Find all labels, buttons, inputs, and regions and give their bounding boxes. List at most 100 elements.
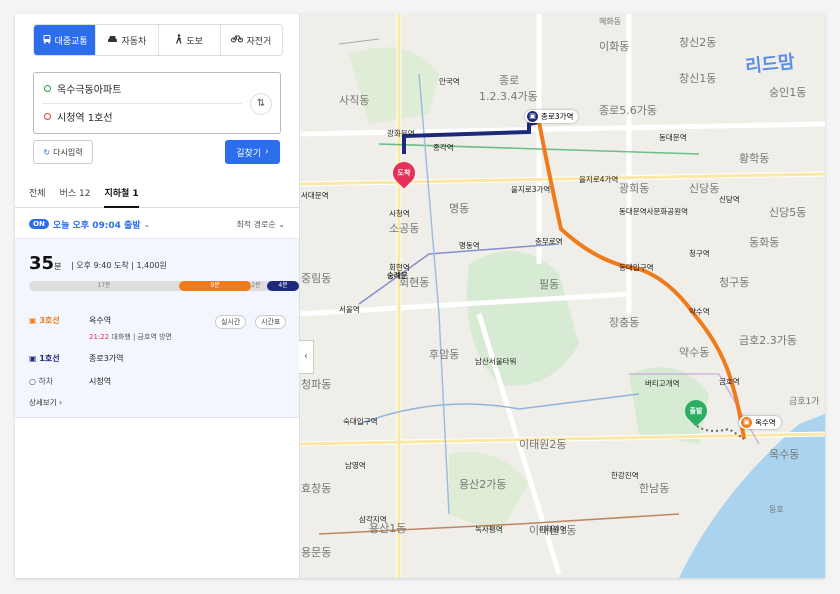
tab-subway[interactable]: 지하철 1 [104,184,139,208]
arrival-fare: | 오후 9:40 도착 | 1,400원 [71,261,167,270]
leg-station: 종로3가역 [89,354,124,363]
station-label: 이태원역 [539,525,567,534]
divider [42,103,242,104]
station-label: 서대문역 [301,191,329,200]
mode-label: 자동차 [121,36,147,47]
collapse-panel-button[interactable]: ‹ [299,340,314,374]
station-label: 안국역 [439,77,460,86]
result-tabs: 전체 버스 12 지하철 1 [15,184,299,208]
time-breakdown-bar: 17분 9분 2분 4분 [29,281,299,291]
destination-field[interactable]: 시청역 1호선 [44,109,113,124]
timetable-button[interactable]: 시간표 [255,315,287,329]
mode-label: 자전거 [246,36,272,47]
segment-label: 9분 [210,282,220,289]
district-label: 이화동 [599,40,630,53]
bike-icon [231,34,244,46]
transfer-segment: 2분 [251,281,261,291]
mode-label: 도보 [186,36,203,47]
leg-station: 시청역 [89,377,112,386]
swap-button[interactable]: ⇅ [250,93,272,115]
transport-mode-tabs: 대중교통 자동차 도보 자전거 [33,24,283,56]
district-label: 장충동 [609,316,640,329]
line-name: 3호선 [39,316,60,325]
chevron-left-icon: ‹ [304,351,308,362]
station-label: 신당역 [719,195,740,204]
district-label: 창신2동 [679,36,717,49]
reset-label: 다시입력 [53,147,83,157]
chevron-down-icon[interactable]: ⌄ [144,220,151,229]
segment-label: 17분 [97,282,111,289]
map-layer [299,14,825,578]
departure-time[interactable]: 오늘 오후 09:04 출발 [53,218,141,231]
mode-transit[interactable]: 대중교통 [34,25,96,55]
details-label: 상세보기 [29,398,57,407]
station-label: 종각역 [433,143,454,152]
station-label: 동대문역사문화공원역 [619,207,688,216]
origin-value: 옥수극동아파트 [57,85,122,96]
fare: 1,400원 [136,261,167,270]
station-label: 시청역 [389,209,410,218]
district-label: 신당동 [689,182,720,195]
mode-car[interactable]: 자동차 [95,25,157,55]
origin-pin[interactable]: 출발 [680,395,712,427]
line-name: 1호선 [39,354,60,363]
destination-value: 시청역 1호선 [57,113,113,124]
district-label: 종로5.6가동 [599,104,657,117]
destination-pin[interactable]: 도착 [388,157,420,189]
details-link[interactable]: 상세보기 › [29,397,62,408]
station-label: 충무로역 [535,237,563,246]
transfer-station-label[interactable]: ▣ 종로3가역 [525,110,579,123]
duration: 35분 [29,253,61,274]
reset-button[interactable]: ↻ 다시입력 [33,140,93,164]
leg-station: 옥수역 [89,316,112,325]
boarding-station-label[interactable]: ▣ 옥수역 [739,416,781,429]
realtime-button[interactable]: 실시간 [215,315,247,329]
station-label: 금호역 [719,377,740,386]
station-label: 한강진역 [611,471,639,480]
leg-exit: ○ 하차 [29,377,54,386]
route-result-card[interactable]: 35분 | 오후 9:40 도착 | 1,400원 17분 9분 2분 4분 ▣… [15,238,299,418]
mode-label: 대중교통 [54,36,88,47]
district-label: 숭인1동 [769,86,807,99]
district-label: 명동 [449,202,470,215]
car-icon [107,34,118,47]
district-label: 용산2가동 [459,478,507,491]
search-route-button[interactable]: 길찾기 › [225,140,280,164]
app-window: 대중교통 자동차 도보 자전거 옥수극동아파트 시청역 1호선 ⇅ ↻ 다시입력… [15,14,825,578]
tab-bus[interactable]: 버스 12 [60,184,91,208]
walk-segment: 17분 [29,281,179,291]
tab-all[interactable]: 전체 [29,184,46,208]
origin-field[interactable]: 옥수극동아파트 [44,81,121,96]
station-label: 숙대입구역 [343,417,378,426]
station-label: 명동역 [459,241,480,250]
map-canvas[interactable]: 이화동 창신2동 창신1동 종로 1.2.3.4가동 종로5.6가동 사직동 혜… [299,14,825,578]
time-toggle[interactable]: ON [29,219,49,229]
station-label: 삼각지역 [359,515,387,524]
subway-icon: ▣ [741,417,752,428]
station-label: 을지로4가역 [579,175,619,184]
line1-segment: 4분 [267,281,299,291]
sort-dropdown[interactable]: 최적 경로순 ⌄ [236,219,285,230]
district-label: 혜화동 [599,17,622,26]
landmark-label: 숭례문 [387,271,408,280]
station-label: 동대입구역 [619,263,654,272]
refresh-icon: ↻ [43,147,51,157]
destination-dot-icon [44,113,51,120]
district-label: 후암동 [429,348,460,361]
swap-icon: ⇅ [256,98,266,109]
district-label: 청구동 [719,276,750,289]
district-label: 신당5동 [769,206,807,219]
line-name: 하차 [38,377,54,386]
pin-label: 도착 [397,169,411,177]
district-label: 금호1가 [789,397,820,407]
bus-icon [42,34,52,47]
district-label: 효창동 [301,482,332,495]
mode-walk[interactable]: 도보 [157,25,220,55]
arrival-time: 오후 9:40 도착 [76,261,129,270]
segment-label: 4분 [278,282,288,289]
district-label: 약수동 [679,346,710,359]
leg-line1: ▣ 1호선 [29,354,60,363]
mode-bike[interactable]: 자전거 [219,25,282,55]
station-label: 광화문역 [387,129,415,138]
district-label: 광희동 [619,182,650,195]
